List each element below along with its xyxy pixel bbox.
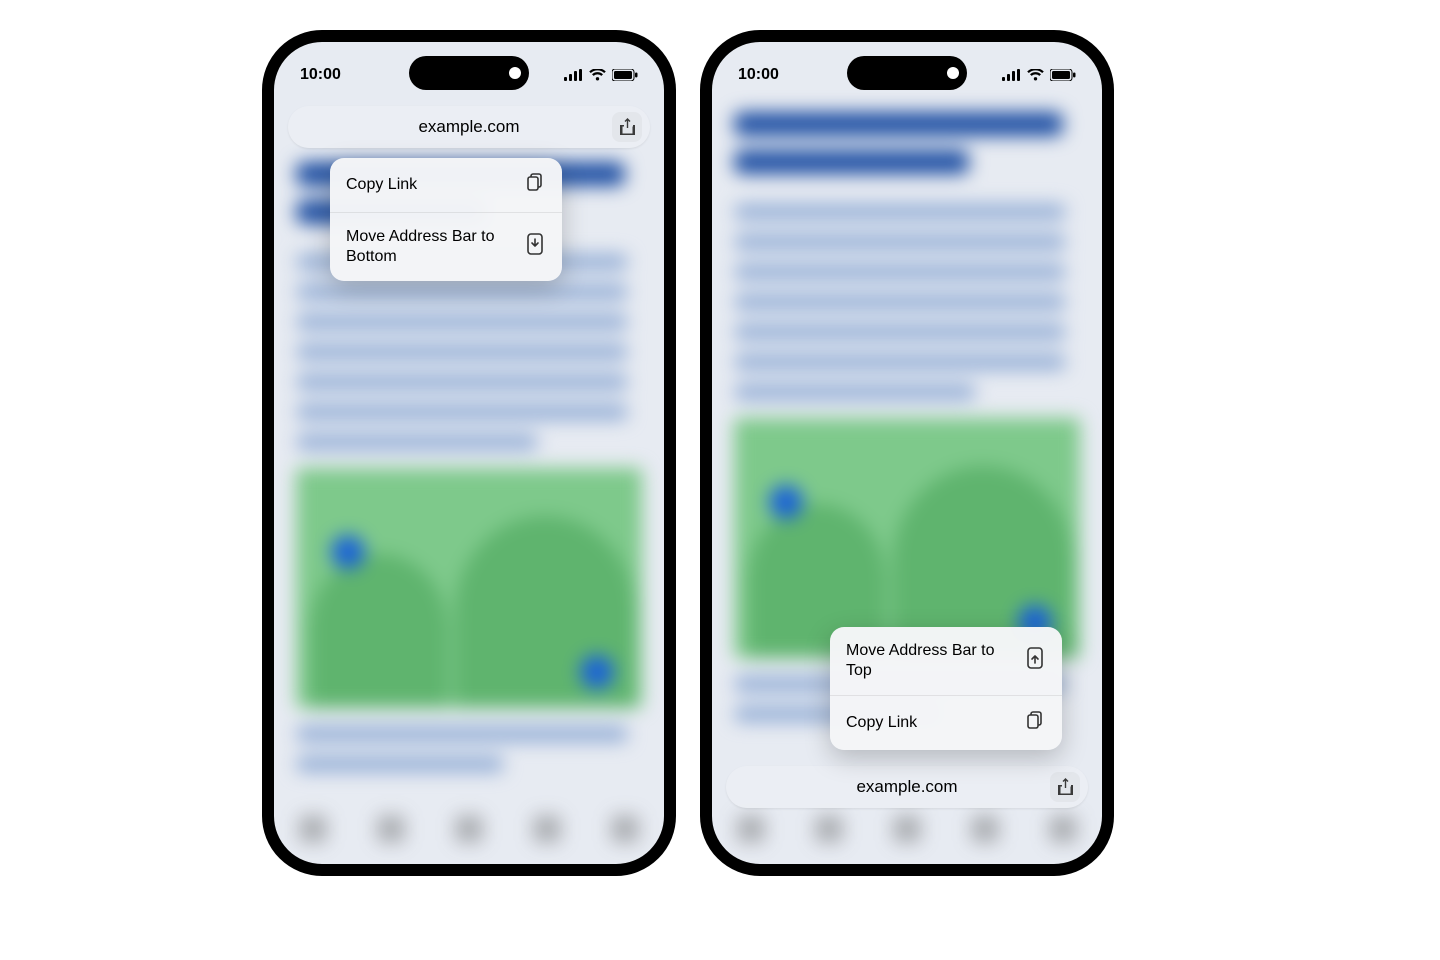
address-bar-domain: example.com [288,117,650,137]
share-button[interactable] [1050,772,1080,802]
status-bar: 10:00 [274,60,664,90]
status-icons [1002,69,1076,81]
status-time: 10:00 [300,66,341,84]
menu-item-move-top[interactable]: Move Address Bar to Top [830,627,1062,695]
address-bar-domain: example.com [726,777,1088,797]
share-icon [620,118,635,136]
menu-item-copy-link[interactable]: Copy Link [830,696,1062,750]
dock-top-icon [1024,647,1046,675]
address-bar[interactable]: example.com [288,106,650,148]
context-menu: Move Address Bar to Top Copy Link [830,627,1062,750]
context-menu: Copy Link Move Address Bar to Bottom [330,158,562,281]
dock-bottom-icon [524,233,546,261]
status-icons [564,69,638,81]
status-time: 10:00 [738,66,779,84]
menu-item-label: Move Address Bar to Top [846,641,1006,681]
share-button[interactable] [612,112,642,142]
menu-item-copy-link[interactable]: Copy Link [330,158,562,212]
wifi-icon [589,69,606,81]
status-bar: 10:00 [712,60,1102,90]
wifi-icon [1027,69,1044,81]
menu-item-move-bottom[interactable]: Move Address Bar to Bottom [330,213,562,281]
share-icon [1058,778,1073,796]
menu-item-label: Copy Link [846,713,917,733]
cellular-icon [564,69,583,81]
phone-mockup-right: 10:00 example.com [700,30,1114,876]
phone-mockup-left: 10:00 [262,30,676,876]
battery-icon [612,69,638,81]
menu-item-label: Copy Link [346,175,417,195]
comparison-figure: 10:00 [0,0,1440,960]
cellular-icon [1002,69,1021,81]
battery-icon [1050,69,1076,81]
address-bar[interactable]: example.com [726,766,1088,808]
copy-icon [1024,710,1046,736]
menu-item-label: Move Address Bar to Bottom [346,227,506,267]
copy-icon [524,172,546,198]
